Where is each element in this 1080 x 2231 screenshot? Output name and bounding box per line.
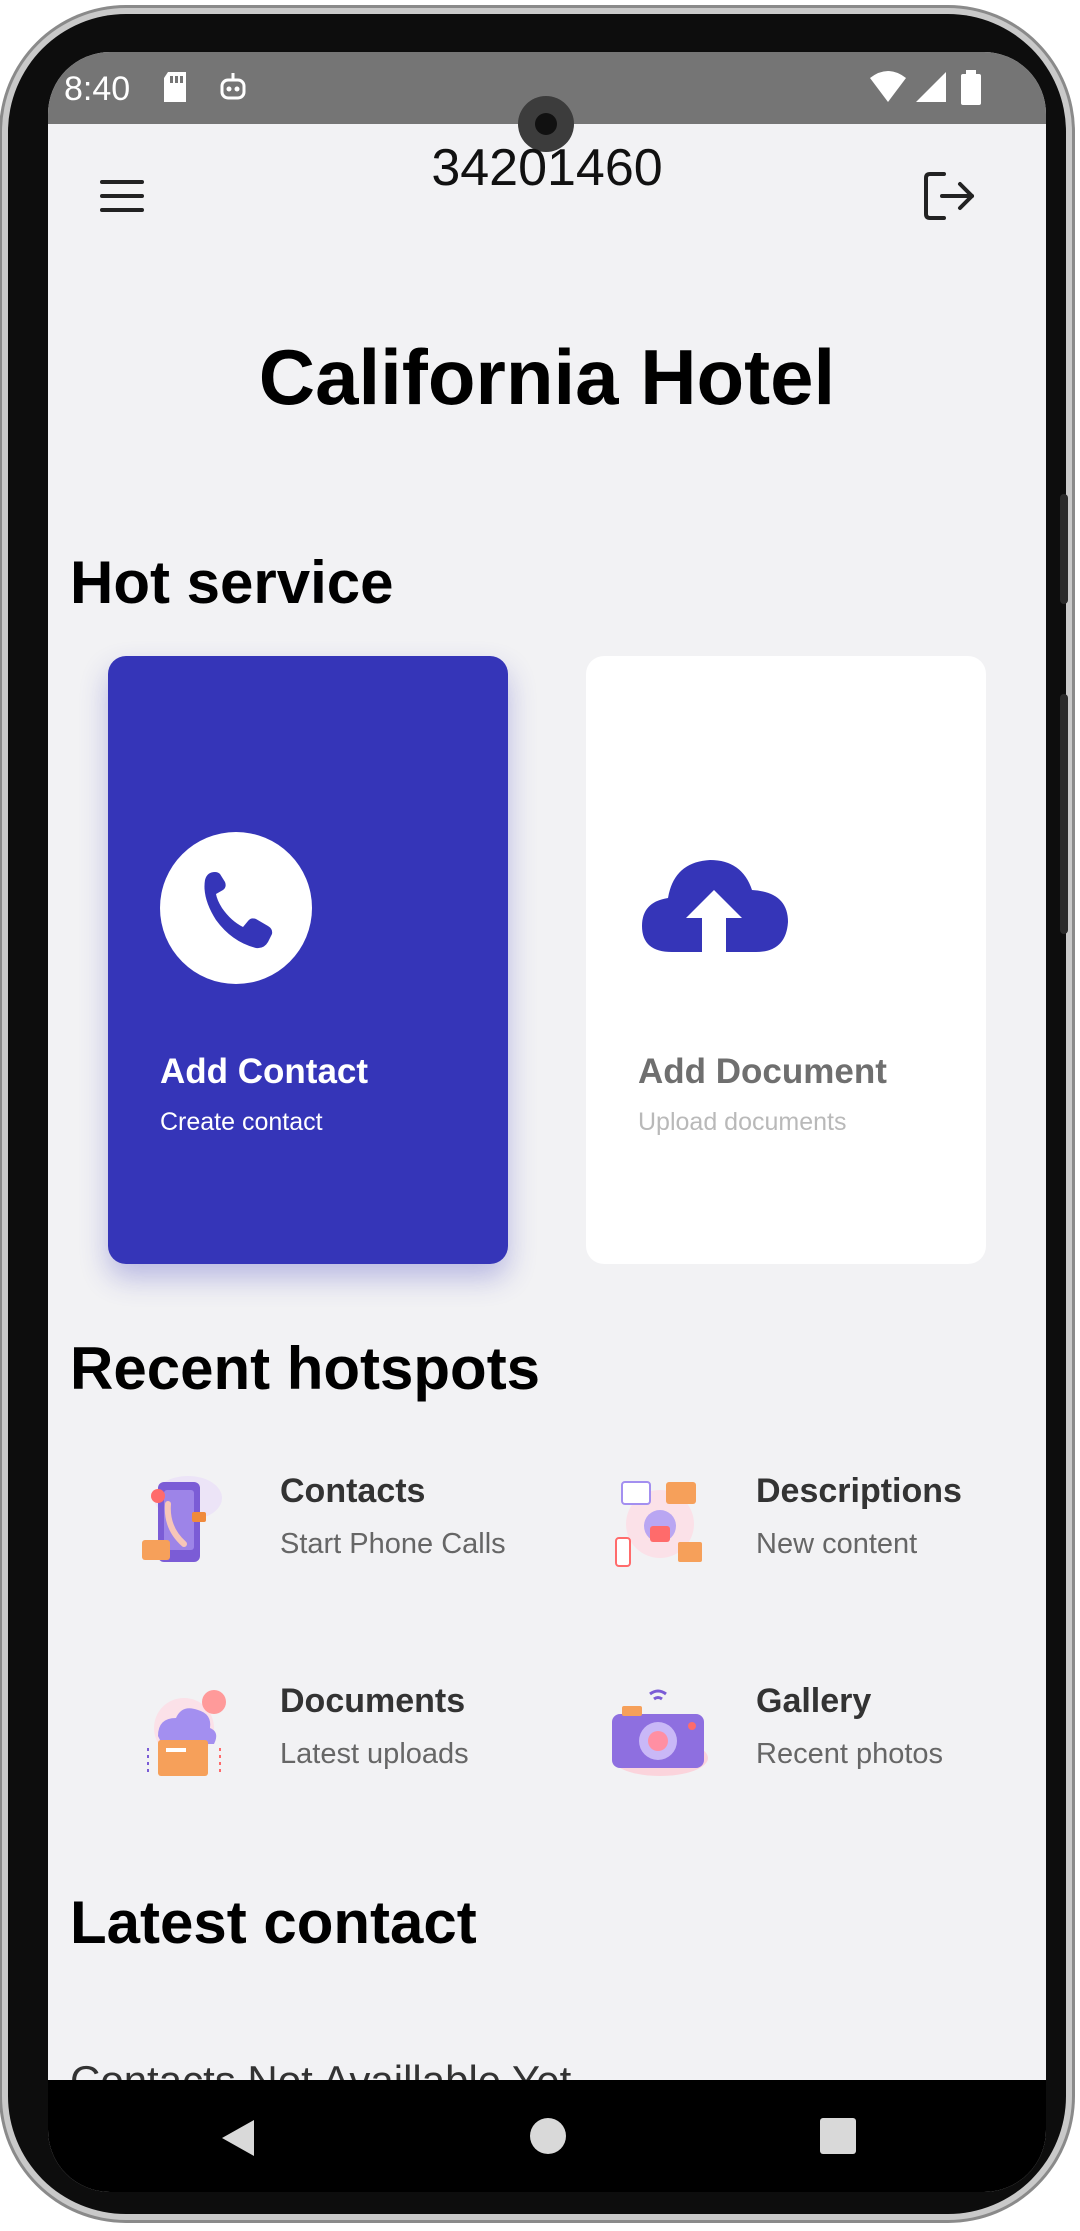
add-contact-sublabel: Create contact — [160, 1108, 323, 1136]
latest-contact-heading: Latest contact — [70, 1889, 477, 1956]
hotspot-contacts-title: Contacts — [280, 1472, 426, 1510]
add-document-sublabel: Upload documents — [638, 1108, 847, 1136]
hotspot-documents-subtitle: Latest uploads — [280, 1738, 469, 1770]
hotspot-descriptions[interactable]: Descriptions New content — [564, 1460, 984, 1590]
recents-square-icon — [820, 2118, 856, 2154]
add-document-label: Add Document — [638, 1052, 887, 1091]
back-triangle-icon — [222, 2120, 254, 2156]
add-contact-card[interactable]: Add Contact Create contact — [108, 656, 508, 1264]
home-circle-icon — [530, 2118, 566, 2154]
hotspot-gallery[interactable]: Gallery Recent photos — [564, 1670, 984, 1800]
descriptions-illustration-icon — [615, 1481, 702, 1567]
hotspot-descriptions-subtitle: New content — [756, 1528, 918, 1560]
screen: 8:40 34201460 California Hotel Hot servi… — [48, 52, 1046, 2192]
recent-hotspots-heading: Recent hotspots — [70, 1335, 541, 1402]
recents-button[interactable] — [818, 2116, 858, 2161]
home-button[interactable] — [528, 2116, 568, 2161]
gallery-illustration-icon — [612, 1689, 708, 1776]
hotspot-gallery-subtitle: Recent photos — [756, 1738, 944, 1770]
add-document-card[interactable]: Add Document Upload documents — [586, 656, 986, 1264]
hotspot-contacts-subtitle: Start Phone Calls — [280, 1528, 506, 1560]
contacts-illustration-icon — [142, 1476, 222, 1562]
system-nav-bar — [48, 2080, 1046, 2192]
phone-icon — [160, 832, 312, 984]
volume-button — [1060, 494, 1068, 604]
hotspot-gallery-title: Gallery — [756, 1682, 872, 1720]
status-time: 8:40 — [64, 70, 131, 108]
robot-icon — [220, 73, 246, 100]
wifi-icon — [870, 71, 906, 102]
hot-service-heading: Hot service — [70, 549, 394, 616]
power-button — [1060, 694, 1068, 934]
hotspot-documents[interactable]: Documents Latest uploads — [88, 1670, 508, 1800]
cell-signal-icon — [916, 72, 946, 102]
add-contact-label: Add Contact — [160, 1052, 369, 1091]
hotspot-contacts[interactable]: Contacts Start Phone Calls — [88, 1460, 508, 1590]
battery-icon — [961, 70, 981, 105]
hotspot-documents-title: Documents — [280, 1682, 466, 1720]
hotel-name: California Hotel — [258, 333, 836, 421]
phone-frame: 8:40 34201460 California Hotel Hot servi… — [8, 14, 1068, 2214]
app-bar-title: 34201460 — [431, 139, 663, 197]
hotspot-descriptions-title: Descriptions — [756, 1472, 962, 1510]
cloud-upload-icon — [638, 832, 790, 984]
documents-illustration-icon — [147, 1690, 226, 1776]
back-button[interactable] — [218, 2116, 258, 2165]
sd-card-icon — [164, 72, 186, 102]
